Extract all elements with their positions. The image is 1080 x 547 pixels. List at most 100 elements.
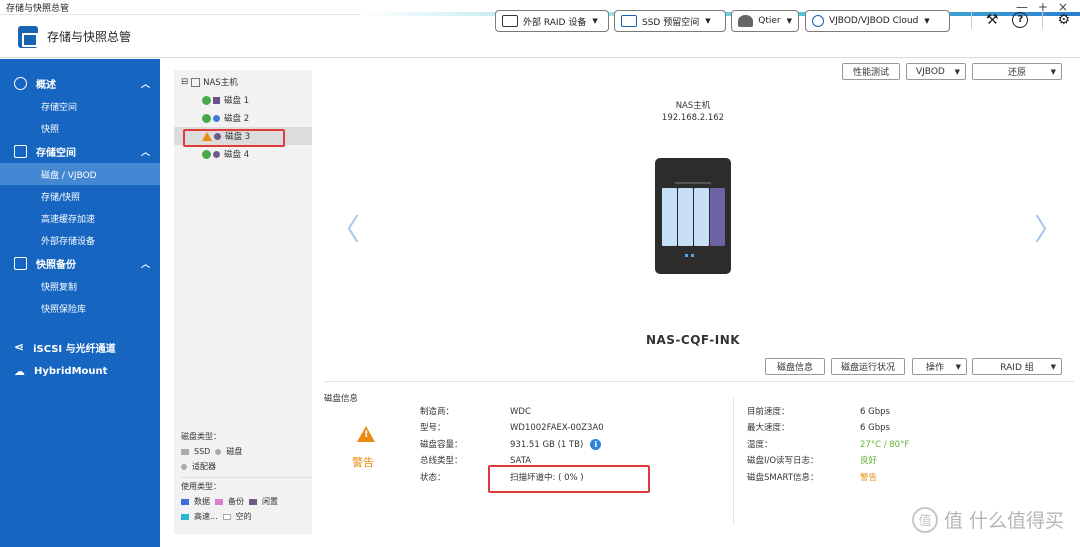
qtier-button[interactable]: Qtier ▼ (731, 10, 799, 32)
performance-test-button[interactable]: 性能测试 (842, 63, 900, 80)
chevron-up-icon: ︿ (140, 148, 150, 158)
raid-group-menu-label: RAID 组 (1000, 363, 1034, 373)
sidebar-section-overview[interactable]: 概述 ︿ (0, 71, 160, 95)
chevron-down-icon: ▼ (955, 362, 961, 371)
sidebar-item-storage-space[interactable]: 存储空间 (0, 95, 160, 117)
info-value[interactable]: 良好 (860, 453, 967, 469)
toolbar-separator (1042, 11, 1044, 29)
info-value[interactable]: 警告 (860, 470, 967, 486)
info-row-capacity: 磁盘容量： 931.51 GB (1 TB) i (420, 437, 720, 453)
sidebar-item-disks-vjbod[interactable]: 磁盘 / VJBOD (0, 163, 160, 185)
gear-icon[interactable]: ⚙ (1057, 12, 1070, 28)
prev-arrow-icon[interactable]: 〈 (330, 205, 360, 249)
info-icon[interactable]: i (590, 438, 602, 450)
legend-divider (181, 477, 311, 478)
tree-disk-2[interactable]: 磁盘 2 (174, 109, 312, 127)
vjbod-cloud-icon (812, 15, 824, 27)
help-icon[interactable]: ? (1012, 12, 1029, 28)
external-raid-button[interactable]: 外部 RAID 设备 ▼ (495, 10, 609, 32)
actions-menu-button[interactable]: 操作 ▼ (912, 358, 967, 375)
collapse-icon[interactable]: ⊟ (181, 77, 188, 87)
info-row-max-speed: 最大速度： 6 Gbps (747, 420, 967, 436)
info-value: 931.51 GB (1 TB) (510, 439, 584, 450)
tree-disk-1[interactable]: 磁盘 1 (174, 91, 312, 109)
window-title: 存储与快照总管 (6, 3, 70, 14)
tree-root-label: NAS主机 (203, 78, 238, 88)
sidebar-item-snapshot-vault[interactable]: 快照保险库 (0, 297, 160, 319)
info-row-smart: 磁盘SMART信息： 警告 (747, 470, 967, 486)
sidebar-section-snapshot-backup[interactable]: 快照备份 ︿ (0, 251, 160, 275)
watermark-logo-icon: 值 (912, 506, 938, 533)
sidebar-item-snapshot[interactable]: 快照 (0, 117, 160, 139)
info-key: 磁盘容量： (420, 439, 463, 450)
legend: 磁盘类型： SSD 磁盘 适配器 使用类型： 数据 备份 闲置 高速... 空的 (181, 431, 311, 522)
sidebar-item-label: iSCSI 与光纤通道 (33, 343, 116, 355)
legend-backup: 备份 (228, 497, 244, 506)
legend-idle: 闲置 (262, 497, 278, 506)
disk-marker (213, 114, 220, 122)
ssd-reserve-button[interactable]: SSD 预留空间 ▼ (614, 10, 726, 32)
ssd-swatch (181, 448, 189, 455)
info-key: 最大速度： (747, 423, 790, 434)
next-arrow-icon[interactable]: 〉 (1034, 205, 1064, 249)
vjbod-menu-label: VJBOD (916, 66, 945, 77)
sidebar-section-storage[interactable]: 存储空间 ︿ (0, 139, 160, 163)
info-divider (733, 398, 734, 524)
watermark-text: 值 什么值得买 (944, 510, 1065, 532)
raid-group-menu-button[interactable]: RAID 组 ▼ (972, 358, 1062, 375)
sidebar-section-label: 快照备份 (36, 259, 76, 271)
storage-app-icon (18, 25, 38, 48)
disk-info-button[interactable]: 磁盘信息 (765, 358, 825, 375)
legend-usage-title: 使用类型： (181, 482, 221, 491)
tree-root-nas[interactable]: ⊟ NAS主机 (174, 73, 312, 91)
disk-status-label: 警告 (352, 456, 374, 469)
info-value: WDC (510, 407, 531, 417)
disk-health-button[interactable]: 磁盘运行状况 (831, 358, 905, 375)
tree-disk-label: 磁盘 4 (224, 150, 250, 160)
sidebar-item-external-storage[interactable]: 外部存储设备 (0, 229, 160, 251)
data-swatch (181, 498, 189, 505)
toolbar-separator (970, 11, 972, 29)
chevron-down-icon: ▼ (705, 17, 711, 25)
sidebar-item-cache-acceleration[interactable]: 高速缓存加速 (0, 207, 160, 229)
info-row-model: 型号： WD1002FAEX-00Z3A0 (420, 420, 720, 436)
actions-menu-label: 操作 (926, 363, 945, 373)
info-key: 磁盘SMART信息： (747, 472, 819, 483)
info-row-manufacturer: 制造商： WDC (420, 404, 720, 420)
sidebar-item-iscsi[interactable]: ⋖ iSCSI 与光纤通道 (0, 335, 160, 359)
nas-model: NAS-CQF-INK (645, 333, 741, 347)
sidebar-item-snapshot-replica[interactable]: 快照复制 (0, 275, 160, 297)
chevron-down-icon: ▼ (786, 17, 792, 25)
iscsi-icon: ⋖ (14, 340, 25, 354)
tools-icon[interactable]: ⚒ (986, 12, 999, 28)
info-key: 磁盘I/O读写日志： (747, 456, 819, 467)
restore-menu-label: 还原 (1007, 68, 1026, 78)
backup-swatch (215, 498, 223, 505)
info-value: 6 Gbps (860, 407, 890, 417)
vjbod-menu-button[interactable]: VJBOD ▼ (906, 63, 966, 80)
vjbod-cloud-button[interactable]: VJBOD/VJBOD Cloud ▼ (805, 10, 950, 32)
sidebar-item-hybridmount[interactable]: ☁ HybridMount (0, 359, 160, 383)
chevron-down-icon: ▼ (1050, 67, 1056, 76)
device-led (691, 254, 694, 257)
dashboard-icon (14, 76, 27, 90)
disk-marker (213, 96, 220, 104)
qtier-icon (738, 15, 754, 27)
restore-menu-button[interactable]: 还原 ▼ (972, 63, 1062, 80)
chevron-down-icon: ▼ (924, 17, 930, 25)
chevron-down-icon: ▼ (1050, 362, 1056, 371)
idle-swatch (249, 498, 257, 505)
legend-cache: 高速... (194, 512, 218, 521)
disk-info-right: 目前速度： 6 Gbps 最大速度： 6 Gbps 温度： 27°C / 80°… (747, 404, 967, 486)
tree-disk-label: 磁盘 2 (224, 114, 250, 124)
nas-device-image (655, 158, 731, 274)
section-divider (324, 381, 1074, 382)
info-value-wrap: 931.51 GB (1 TB) i (510, 437, 720, 453)
legend-empty: 空的 (235, 512, 252, 521)
tree-disk-4[interactable]: 磁盘 4 (174, 145, 312, 163)
legend-disk: 磁盘 (226, 447, 243, 456)
info-value: 6 Gbps (860, 423, 890, 434)
info-key: 温度： (747, 439, 773, 450)
disk-info-title: 磁盘信息 (324, 394, 359, 404)
sidebar-item-storage-snapshots[interactable]: 存储/快照 (0, 185, 160, 207)
